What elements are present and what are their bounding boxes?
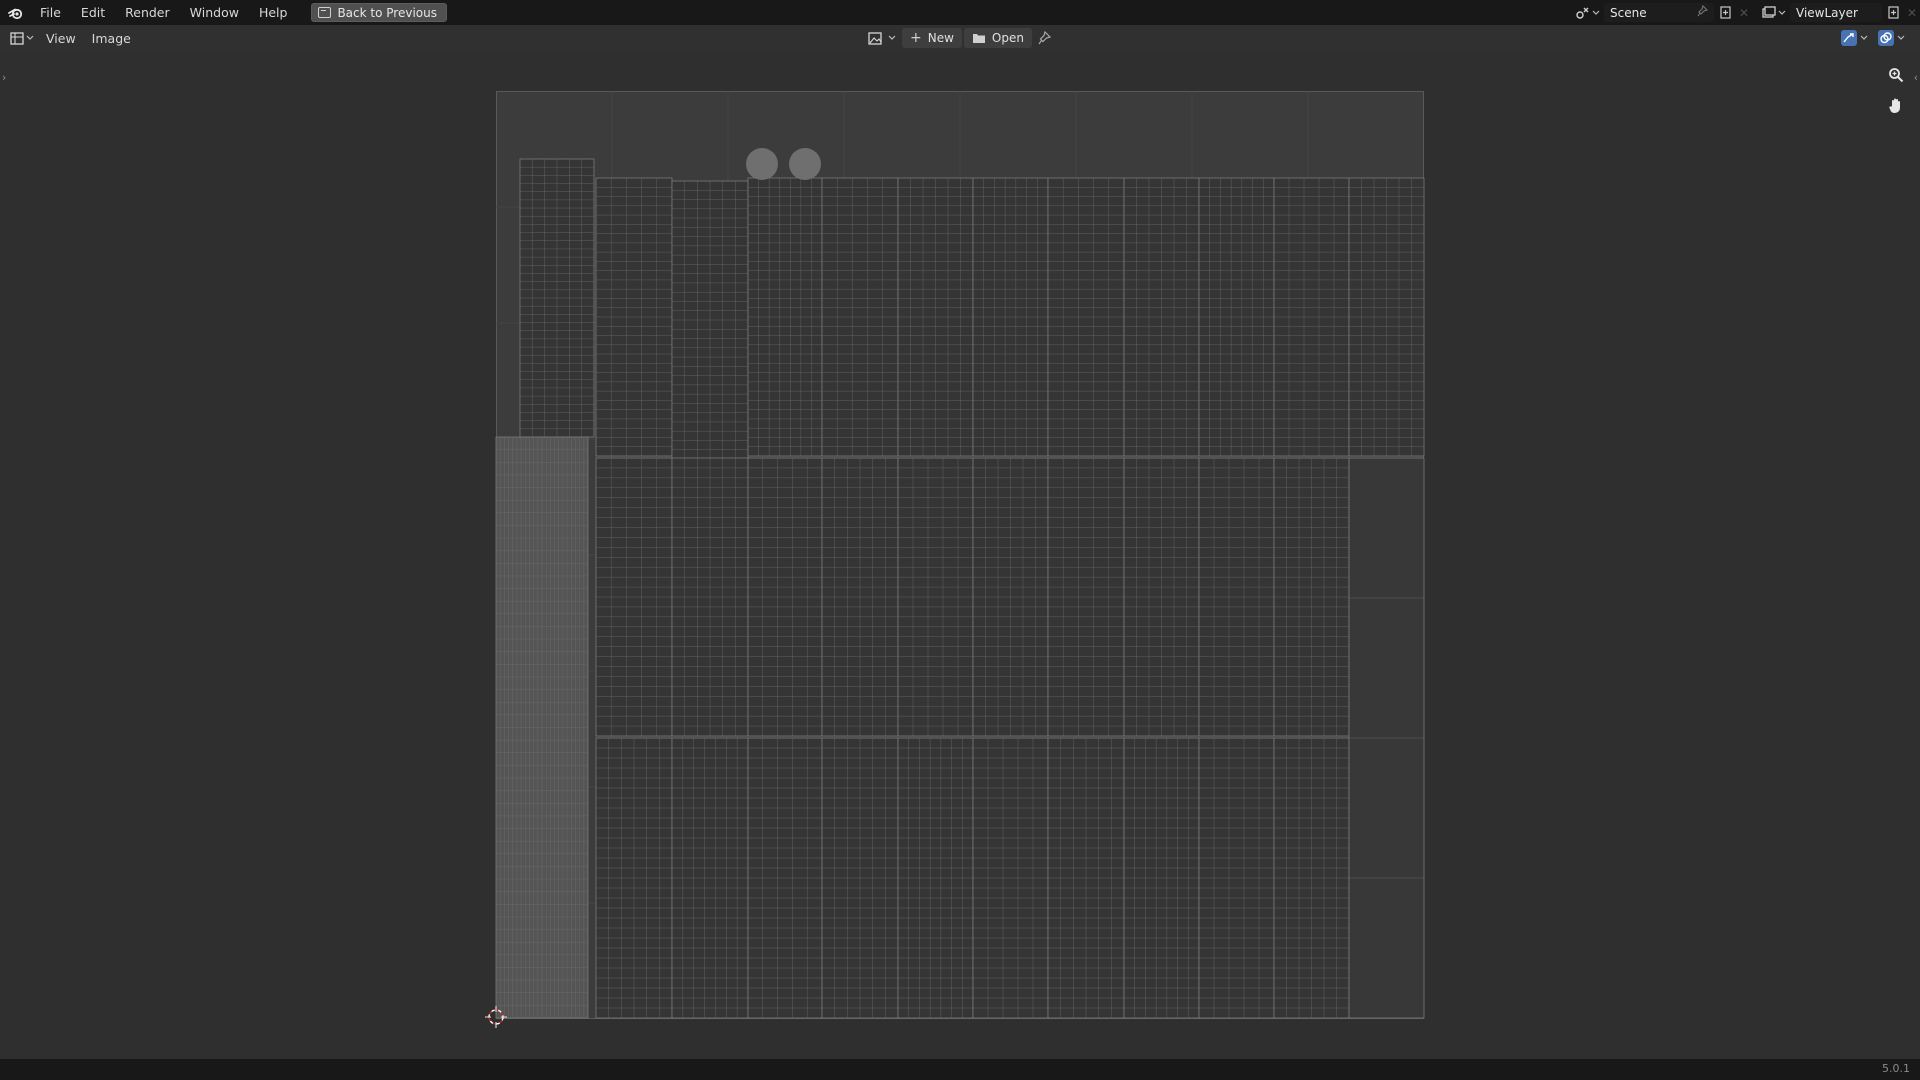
uv-island-bottom-0 — [595, 737, 673, 1019]
uv-island-circle-1 — [789, 148, 821, 180]
uv-island-mid-4 — [897, 457, 974, 737]
open-image-label: Open — [991, 31, 1024, 45]
uv-island-mid-0 — [595, 457, 673, 737]
new-view-layer-icon — [1887, 6, 1899, 19]
menu-edit[interactable]: Edit — [71, 0, 115, 25]
uv-island-right-panel — [1348, 457, 1425, 1019]
new-scene-button[interactable] — [1714, 3, 1736, 22]
blender-logo-icon[interactable] — [2, 0, 30, 25]
uv-island-top-0 — [595, 177, 673, 457]
image-editor-header: View Image + New Open — [0, 25, 1920, 51]
plus-icon: + — [910, 30, 922, 46]
menu-window[interactable]: Window — [180, 0, 249, 25]
uv-island-top-4 — [897, 177, 974, 457]
uv-editor-viewport[interactable]: › ‹ — [0, 51, 1920, 1059]
scene-name-field[interactable]: Scene — [1604, 3, 1714, 22]
back-to-previous-button[interactable]: Back to Previous — [311, 3, 447, 22]
menu-render[interactable]: Render — [115, 0, 180, 25]
scene-browse-button[interactable] — [1572, 3, 1604, 22]
view-layer-field[interactable]: ViewLayer — [1790, 3, 1882, 22]
scene-name: Scene — [1610, 5, 1647, 20]
uv-island-mid-7 — [1123, 457, 1200, 737]
view-layer-icon — [1762, 6, 1776, 18]
menu-view[interactable]: View — [38, 31, 84, 46]
uv-island-top-2 — [747, 177, 823, 457]
uv-island-top-7 — [1123, 177, 1200, 457]
version-label: 5.0.1 — [1882, 1062, 1910, 1075]
overlay-toggle[interactable] — [1875, 28, 1908, 48]
image-browse-button[interactable] — [864, 28, 900, 48]
uv-island-bottom-2 — [747, 737, 823, 1019]
uv-island-circle-0 — [746, 148, 778, 180]
uv-island-mid-2 — [747, 457, 823, 737]
chevron-down-icon — [888, 35, 896, 40]
uv-layout — [495, 91, 1425, 1019]
gizmo-icon — [1841, 30, 1857, 46]
status-bar: 5.0.1 — [0, 1059, 1920, 1080]
uv-island-mid-3 — [821, 457, 899, 737]
uv-island-mid-5 — [972, 457, 1049, 737]
close-icon[interactable]: ✕ — [1904, 3, 1920, 22]
uv-island-mid-1 — [671, 457, 749, 737]
uv-island-bottom-7 — [1123, 737, 1200, 1019]
menu-file[interactable]: File — [30, 0, 71, 25]
uv-island-bottom-5 — [972, 737, 1049, 1019]
chevron-down-icon — [26, 35, 34, 40]
menu-help[interactable]: Help — [249, 0, 298, 25]
image-browse-icon — [868, 31, 882, 45]
uv-island-bottom-9 — [1273, 737, 1350, 1019]
uv-island-top-6 — [1047, 177, 1125, 457]
chevron-down-icon — [1778, 10, 1786, 15]
new-image-label: New — [927, 31, 954, 45]
pin-image-button[interactable] — [1034, 28, 1055, 48]
uv-island-top-3 — [821, 177, 899, 457]
chevron-down-icon — [1592, 10, 1600, 15]
new-image-button[interactable]: + New — [902, 28, 962, 48]
menu-image[interactable]: Image — [84, 31, 139, 46]
pin-icon — [1038, 31, 1051, 45]
editor-type-button[interactable] — [10, 28, 38, 48]
uv-island-mid-8 — [1198, 457, 1275, 737]
uv-island-top-5 — [972, 177, 1049, 457]
view-layer-browse-button[interactable] — [1758, 3, 1790, 22]
folder-icon — [972, 34, 985, 43]
viewport-display-tools — [1838, 28, 1908, 48]
scene-icon — [1576, 7, 1589, 19]
uv-island-bottom-3 — [821, 737, 899, 1019]
editor-type-icon — [10, 31, 24, 45]
chevron-down-icon — [1897, 35, 1905, 40]
uv-island-left-top — [519, 158, 595, 438]
uv-island-mid-6 — [1047, 457, 1125, 737]
top-bar: File Edit Render Window Help Back to Pre… — [0, 0, 1920, 25]
uv-island-bottom-4 — [897, 737, 974, 1019]
cursor-3d-icon[interactable] — [484, 1005, 508, 1029]
scene-selector-group: Scene ✕ ViewLayer ✕ — [1572, 0, 1920, 25]
image-datablock-tools: + New Open — [864, 28, 1055, 48]
new-view-layer-button[interactable] — [1882, 3, 1904, 22]
uv-island-top-9 — [1273, 177, 1350, 457]
uv-island-top-10 — [1348, 177, 1425, 457]
uv-island-mid-9 — [1273, 457, 1350, 737]
overlay-icon — [1878, 30, 1894, 46]
gizmo-toggle[interactable] — [1838, 28, 1871, 48]
uv-island-top-8 — [1198, 177, 1275, 457]
uv-island-bottom-1 — [671, 737, 749, 1019]
close-icon[interactable]: ✕ — [1736, 3, 1752, 22]
uv-island-left-strip — [495, 436, 589, 1019]
open-image-button[interactable]: Open — [963, 28, 1032, 48]
uv-island-bottom-8 — [1198, 737, 1275, 1019]
new-scene-icon — [1719, 6, 1731, 19]
back-icon — [318, 7, 332, 18]
uv-island-bottom-6 — [1047, 737, 1125, 1019]
chevron-down-icon — [1860, 35, 1868, 40]
view-layer-name: ViewLayer — [1796, 5, 1858, 20]
back-to-previous-label: Back to Previous — [337, 5, 437, 20]
pin-icon[interactable] — [1697, 4, 1709, 20]
uv-island-top-1 — [671, 180, 749, 460]
